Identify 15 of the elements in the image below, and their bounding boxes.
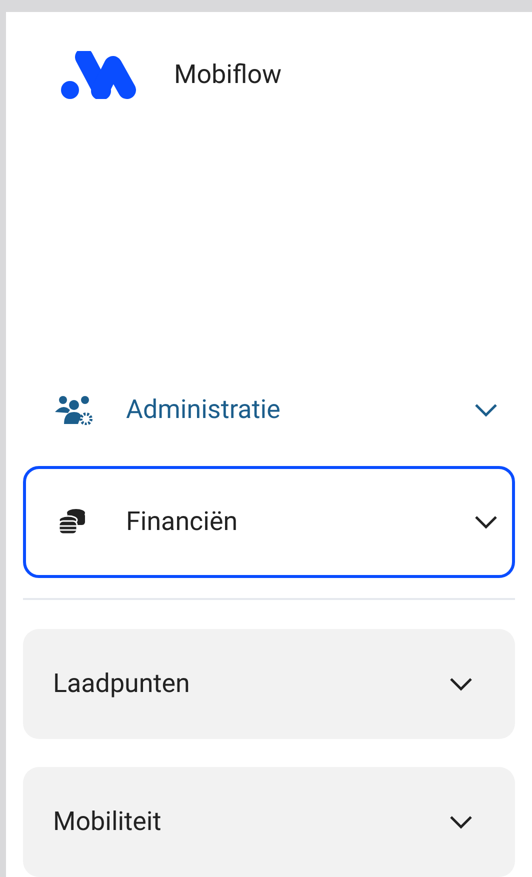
section-label: Mobiliteit <box>53 806 162 838</box>
nav-item[interactable]: Financiën <box>23 466 515 578</box>
brand-name: Mobiflow <box>174 58 282 92</box>
section-card[interactable]: Mobiliteit <box>23 767 515 877</box>
chevron-icon <box>474 515 498 529</box>
chevron-icon <box>449 815 473 829</box>
chevron-icon <box>449 677 473 691</box>
nav-item[interactable]: Administratie <box>23 354 515 466</box>
users-gear-icon <box>54 395 94 425</box>
chevron-icon <box>474 403 498 417</box>
nav-label: Financiën <box>126 506 239 538</box>
nav-label: Administratie <box>126 394 282 426</box>
section-card[interactable]: Laadpunten <box>23 629 515 739</box>
section-label: Laadpunten <box>53 668 191 700</box>
logo-icon <box>60 51 138 100</box>
